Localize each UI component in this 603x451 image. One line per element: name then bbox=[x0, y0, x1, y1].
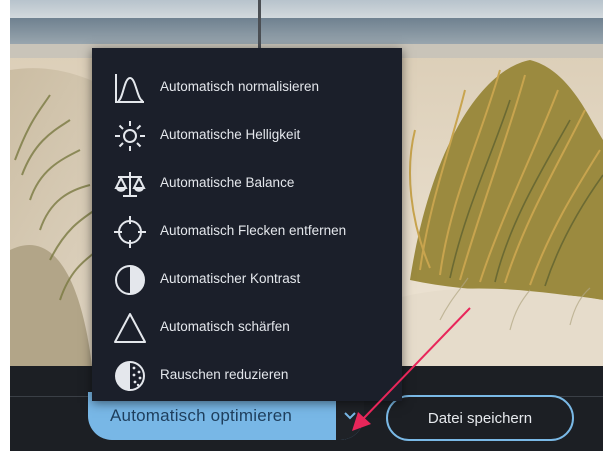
sun-icon bbox=[112, 118, 148, 154]
menu-item-auto-balance[interactable]: Automatische Balance bbox=[92, 160, 402, 208]
bell-curve-icon bbox=[112, 70, 148, 106]
menu-item-auto-sharpen[interactable]: Automatisch schärfen bbox=[92, 304, 402, 352]
crosshair-icon bbox=[112, 214, 148, 250]
menu-item-label: Rauschen reduzieren bbox=[160, 367, 289, 382]
photo-editor-window: Automatisch optimieren Datei speichern A… bbox=[0, 0, 603, 451]
half-circle-icon bbox=[112, 262, 148, 298]
menu-item-label: Automatisch normalisieren bbox=[160, 79, 320, 94]
auto-enhance-menu: Automatisch normalisieren Automatische H… bbox=[92, 48, 402, 401]
chevron-down-icon bbox=[344, 412, 356, 420]
save-file-button[interactable]: Datei speichern bbox=[386, 395, 574, 441]
menu-item-auto-remove-spots[interactable]: Automatisch Flecken entfernen bbox=[92, 208, 402, 256]
menu-item-label: Automatisch Flecken entfernen bbox=[160, 223, 347, 238]
menu-item-label: Automatische Balance bbox=[160, 175, 295, 190]
menu-item-auto-contrast[interactable]: Automatischer Kontrast bbox=[92, 256, 402, 304]
menu-item-label: Automatische Helligkeit bbox=[160, 127, 301, 142]
scales-icon bbox=[112, 166, 148, 202]
menu-item-label: Automatischer Kontrast bbox=[160, 271, 301, 286]
menu-item-auto-normalize[interactable]: Automatisch normalisieren bbox=[92, 64, 402, 112]
triangle-icon bbox=[112, 310, 148, 346]
menu-item-auto-brightness[interactable]: Automatische Helligkeit bbox=[92, 112, 402, 160]
menu-item-reduce-noise[interactable]: Rauschen reduzieren bbox=[92, 352, 402, 400]
noise-circle-icon bbox=[112, 358, 148, 394]
menu-item-label: Automatisch schärfen bbox=[160, 319, 290, 334]
auto-optimize-label: Automatisch optimieren bbox=[110, 406, 293, 425]
